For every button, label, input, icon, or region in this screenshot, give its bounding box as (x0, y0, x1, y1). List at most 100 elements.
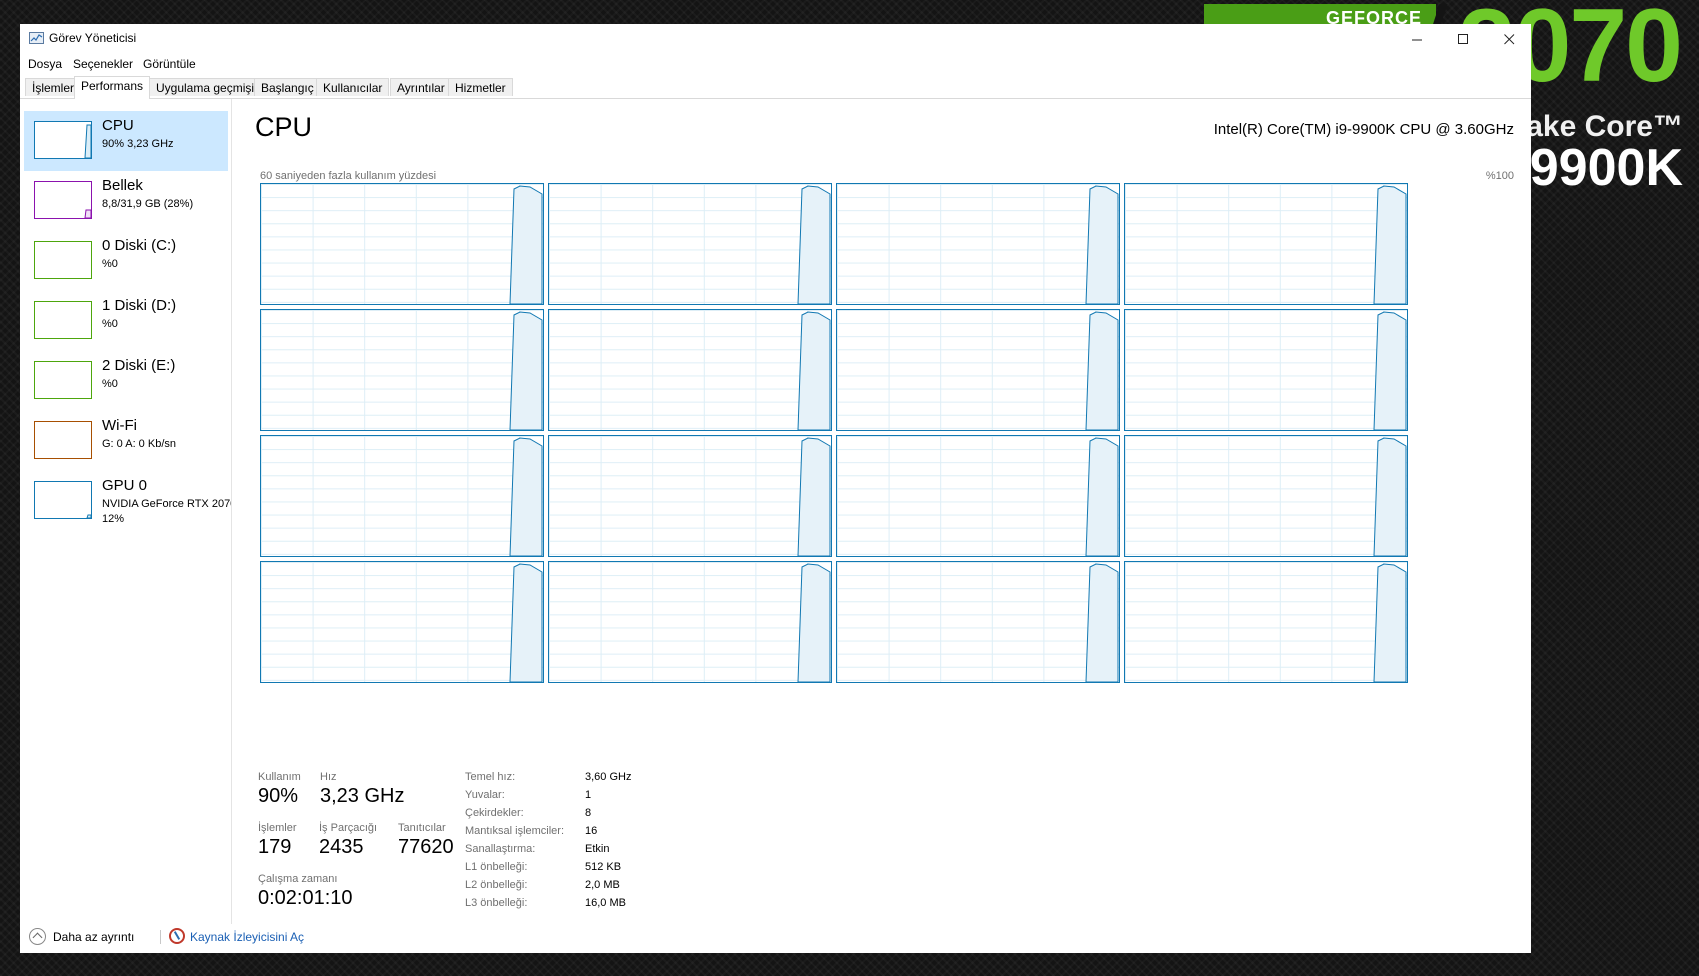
gpu-usage: 12% (102, 513, 125, 525)
performance-panel: CPU Intel(R) Core(TM) i9-9900K CPU @ 3.6… (238, 99, 1528, 924)
usage-line (509, 437, 543, 556)
chevron-up-icon[interactable] (29, 928, 46, 945)
title-bar[interactable]: Görev Yöneticisi (20, 24, 1531, 54)
sidebar-item-value: NVIDIA GeForce RTX 2070 12% (102, 497, 232, 527)
logical-processor-graph (548, 183, 832, 305)
usage-line (509, 311, 543, 430)
logical-processor-grid[interactable] (260, 183, 1514, 721)
task-manager-icon (29, 32, 44, 44)
logical-processor-graph (260, 561, 544, 683)
detail-label: L2 önbelleği: (465, 879, 528, 891)
menu-dosya[interactable]: Dosya (28, 57, 62, 71)
tab-performans[interactable]: Performans (74, 76, 151, 99)
sidebar-item-value: %0 (102, 378, 118, 390)
sidebar-item-label: 2 Diski (E:) (102, 357, 176, 374)
cpu-thumbnail (34, 121, 92, 159)
logical-processor-graph (548, 561, 832, 683)
tab-hizmetler[interactable]: Hizmetler (448, 78, 513, 96)
handles-value: 77620 (398, 836, 454, 858)
footer-divider (160, 930, 161, 944)
usage-label: Kullanım (258, 771, 301, 783)
sidebar-item-value: 90% 3,23 GHz (102, 138, 174, 150)
usage-line (1085, 311, 1119, 430)
graph-caption: 60 saniyeden fazla kullanım yüzdesi (260, 170, 437, 182)
usage-line (797, 185, 831, 304)
disk-c-thumbnail (34, 241, 92, 279)
usage-line (509, 185, 543, 304)
sidebar-item-cpu[interactable]: CPU 90% 3,23 GHz (24, 111, 228, 171)
sidebar-item-label: GPU 0 (102, 477, 148, 494)
usage-line (1373, 563, 1407, 682)
usage-line (1085, 437, 1119, 556)
disk-e-thumbnail (34, 361, 92, 399)
cpu-model-name: Intel(R) Core(TM) i9-9900K CPU @ 3.60GHz (1213, 121, 1514, 138)
resource-monitor-link[interactable]: Kaynak İzleyicisini Aç (190, 930, 304, 944)
detail-label: L1 önbelleği: (465, 861, 528, 873)
detail-value: 16,0 MB (585, 897, 626, 909)
resource-monitor-icon[interactable] (169, 928, 185, 944)
footer: Daha az ayrıntı Kaynak İzleyicisini Aç (20, 924, 1531, 953)
detail-value: 8 (585, 807, 592, 819)
uptime-value: 0:02:01:10 (258, 887, 353, 909)
detail-label: Yuvalar: (465, 789, 505, 801)
tab-uygulama-gecmisi[interactable]: Uygulama geçmişi (149, 78, 262, 96)
logical-processor-graph (260, 435, 544, 557)
detail-label: Sanallaştırma: (465, 843, 536, 855)
usage-line (797, 437, 831, 556)
wallpaper-cpu-line2: 9900K (1529, 139, 1683, 197)
detail-value: 512 KB (585, 861, 622, 873)
menu-secenekler[interactable]: Seçenekler (73, 57, 133, 71)
tab-baslangic[interactable]: Başlangıç (254, 78, 321, 96)
sidebar-item-disk-d[interactable]: 1 Diski (D:) %0 (24, 291, 228, 351)
handles-label: Tanıtıcılar (398, 822, 446, 834)
usage-line (1373, 437, 1407, 556)
logical-processor-graph (260, 309, 544, 431)
detail-value: 3,60 GHz (585, 771, 632, 783)
usage-value: 90% (258, 785, 299, 807)
sidebar-item-label: Wi-Fi (102, 417, 137, 434)
sidebar-item-bellek[interactable]: Bellek 8,8/31,9 GB (28%) (24, 171, 228, 231)
logical-processor-graph (836, 183, 1120, 305)
usage-line (1373, 311, 1407, 430)
logical-processor-graph (836, 561, 1120, 683)
sidebar-item-label: 0 Diski (C:) (102, 237, 177, 254)
maximize-icon[interactable] (1440, 24, 1486, 54)
tab-bar: İşlemler Performans Uygulama geçmişi Baş… (20, 76, 1531, 99)
minimize-icon[interactable] (1394, 24, 1440, 54)
sidebar-item-gpu[interactable]: GPU 0 NVIDIA GeForce RTX 2070 12% (24, 471, 231, 531)
menu-bar: Dosya Seçenekler Görüntüle (20, 54, 1531, 74)
tab-ayrintilar[interactable]: Ayrıntılar (390, 78, 452, 96)
logical-processor-graph (836, 309, 1120, 431)
logical-processor-graph (1124, 309, 1408, 431)
sidebar-item-disk-e[interactable]: 2 Diski (E:) %0 (24, 351, 228, 411)
sidebar-item-disk-c[interactable]: 0 Diski (C:) %0 (24, 231, 228, 291)
detail-value: 1 (585, 789, 592, 801)
logical-processor-graph (836, 435, 1120, 557)
menu-goruntule[interactable]: Görüntüle (143, 57, 196, 71)
memory-thumbnail (34, 181, 92, 219)
logical-processor-graph (1124, 435, 1408, 557)
window-title: Görev Yöneticisi (49, 31, 137, 45)
fewer-details-button[interactable]: Daha az ayrıntı (53, 930, 134, 944)
detail-value: Etkin (585, 843, 610, 855)
tab-kullanicilar[interactable]: Kullanıcılar (316, 78, 390, 96)
usage-line (509, 563, 543, 682)
close-icon[interactable] (1486, 24, 1532, 54)
detail-label: L3 önbelleği: (465, 897, 528, 909)
sidebar-item-wifi[interactable]: Wi-Fi G: 0 A: 0 Kb/sn (24, 411, 228, 471)
speed-label: Hız (320, 771, 337, 783)
logical-processor-graph (1124, 561, 1408, 683)
usage-line (1373, 185, 1407, 304)
usage-line (797, 563, 831, 682)
tab-islemler[interactable]: İşlemler (25, 78, 82, 96)
sidebar-item-value: G: 0 A: 0 Kb/sn (102, 438, 176, 450)
gpu-model-name: NVIDIA GeForce RTX 2070 (102, 498, 232, 510)
detail-label: Mantıksal işlemciler: (465, 825, 565, 837)
logical-processor-graph (548, 309, 832, 431)
task-manager-window: Görev Yöneticisi Dosya Seçenekler Görünt… (20, 24, 1531, 953)
detail-value: 2,0 MB (585, 879, 620, 891)
gpu-thumbnail (34, 481, 92, 519)
disk-d-thumbnail (34, 301, 92, 339)
detail-label: Çekirdekler: (465, 807, 524, 819)
logical-processor-graph (548, 435, 832, 557)
